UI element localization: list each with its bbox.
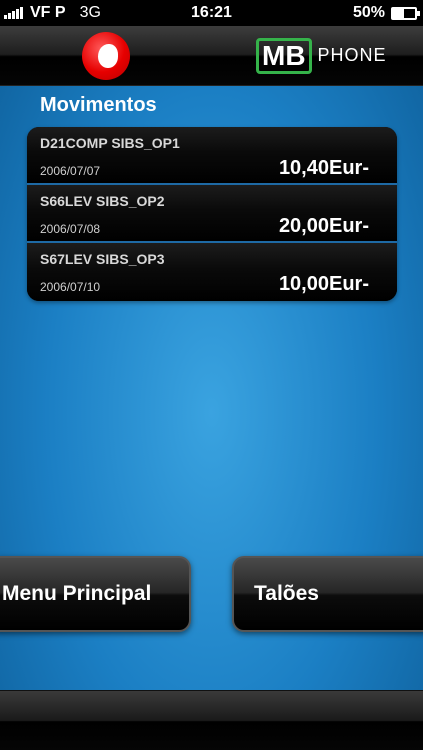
- list-item[interactable]: S67LEV SIBS_OP3 2006/07/10 10,00Eur-: [27, 243, 397, 301]
- page-title: Movimentos: [40, 94, 157, 116]
- taloes-button[interactable]: Talões: [232, 556, 423, 632]
- list-item[interactable]: S66LEV SIBS_OP2 2006/07/08 20,00Eur-: [27, 185, 397, 243]
- menu-principal-button[interactable]: Menu Principal: [0, 556, 191, 632]
- mb-logo-phone-text: PHONE: [317, 45, 387, 65]
- vodafone-logo-icon: [82, 32, 130, 80]
- mb-phone-logo: MB PHONE: [256, 38, 387, 74]
- transaction-date: 2006/07/08: [40, 222, 101, 236]
- transaction-description: S67LEV SIBS_OP3: [40, 251, 165, 267]
- transaction-amount: 10,00Eur-: [278, 273, 369, 295]
- transactions-list: D21COMP SIBS_OP1 2006/07/07 10,40Eur- S6…: [27, 127, 397, 301]
- transaction-description: D21COMP SIBS_OP1: [40, 135, 180, 151]
- mb-logo-box: MB: [256, 38, 312, 74]
- transaction-date: 2006/07/07: [40, 164, 101, 178]
- transaction-amount: 20,00Eur-: [278, 215, 369, 237]
- bottom-bar: [0, 690, 423, 750]
- app-header: MB PHONE: [0, 26, 423, 86]
- status-right: 50%: [352, 4, 420, 22]
- transaction-date: 2006/07/10: [40, 280, 101, 294]
- transaction-description: S66LEV SIBS_OP2: [40, 193, 165, 209]
- battery-percent: 50%: [352, 4, 385, 21]
- transaction-amount: 10,40Eur-: [278, 157, 369, 179]
- battery-icon: [391, 6, 420, 20]
- battery-fill: [393, 8, 404, 18]
- list-item[interactable]: D21COMP SIBS_OP1 2006/07/07 10,40Eur-: [27, 127, 397, 185]
- vodafone-quote-mark: [98, 44, 118, 68]
- status-bar: VF P 3G 16:21 50%: [0, 0, 423, 26]
